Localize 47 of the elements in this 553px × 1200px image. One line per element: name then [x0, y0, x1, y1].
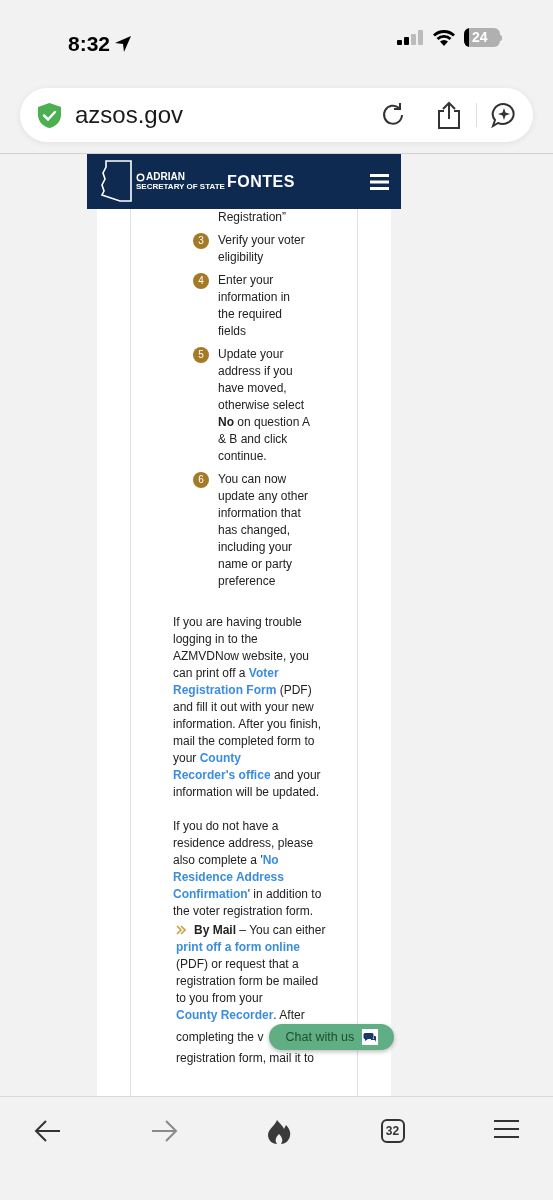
- link[interactable]: Registration Form: [173, 683, 277, 697]
- text-line: completing the v: [176, 1028, 264, 1046]
- link[interactable]: Recorder's office: [173, 768, 271, 782]
- signal-icon: [397, 30, 424, 45]
- menu-icon[interactable]: [370, 173, 389, 190]
- address-bar[interactable]: azsos.gov: [20, 88, 533, 142]
- share-icon[interactable]: [436, 101, 462, 129]
- reload-icon[interactable]: [380, 102, 406, 128]
- chevron-icon: [176, 925, 186, 935]
- flame-icon[interactable]: [267, 1119, 291, 1145]
- logo-surname: FONTES: [226, 173, 295, 190]
- battery-indicator: 24: [464, 28, 502, 47]
- link[interactable]: Residence Address: [173, 870, 284, 884]
- clock-time: 8:32: [68, 31, 111, 57]
- seal-icon: [136, 172, 145, 182]
- step-text: Update your address if you have moved, otherwise select No on question A & B and click continue.: [218, 346, 310, 465]
- step-number: 4: [193, 273, 209, 289]
- paragraph: If you do not have a residence address, please also complete a 'No Residence Address Confirmation' in addition to the voter registration form.: [173, 818, 323, 920]
- link[interactable]: print off a form: [176, 940, 262, 954]
- step-text: You can now update any other information that has changed, including your name or party preference: [218, 471, 310, 590]
- chat-button[interactable]: Chat with us: [269, 1024, 395, 1050]
- link[interactable]: online: [264, 940, 300, 954]
- step-text: Verify your voter eligibility: [218, 232, 306, 266]
- location-arrow-icon: [114, 34, 133, 53]
- tabs-button[interactable]: 32: [380, 1119, 405, 1143]
- chat-bubbles-icon: [362, 1029, 379, 1045]
- menu-icon[interactable]: [494, 1119, 519, 1139]
- logo-name: ADRIAN: [146, 172, 185, 182]
- step-text: Registration”: [218, 209, 288, 226]
- chat-sparkle-icon[interactable]: [491, 102, 517, 128]
- link[interactable]: County: [199, 751, 241, 765]
- link[interactable]: County Recorder: [176, 1008, 274, 1022]
- step-number: 3: [193, 233, 209, 249]
- paragraph: If you are having trouble logging in to the AZMVDNow website, you can print off a Voter Registration Form (PDF) and fill it out with your new information. After you finish, mail the completed form to your County Recorder's office and your information will be updated.: [173, 614, 323, 801]
- link[interactable]: Confirmation: [173, 887, 248, 901]
- step-text: Enter your information in the required fields: [218, 272, 292, 340]
- wifi-icon: [432, 29, 456, 46]
- link[interactable]: Voter: [248, 666, 279, 680]
- logo-subtitle: SECRETARY OF STATE: [136, 183, 225, 191]
- paragraph: By Mail – You can either print off a form online (PDF) or request that a registration form be mailed to you from your County Recorder. After: [176, 922, 326, 1024]
- url-text: azsos.gov: [75, 100, 185, 130]
- step-number: 5: [193, 347, 209, 363]
- text-line: registration form, mail it to: [176, 1050, 316, 1067]
- state-outline-icon: [100, 159, 133, 204]
- shield-check-icon: [36, 101, 63, 129]
- back-arrow-icon[interactable]: [34, 1119, 61, 1143]
- step-number: 6: [193, 472, 209, 488]
